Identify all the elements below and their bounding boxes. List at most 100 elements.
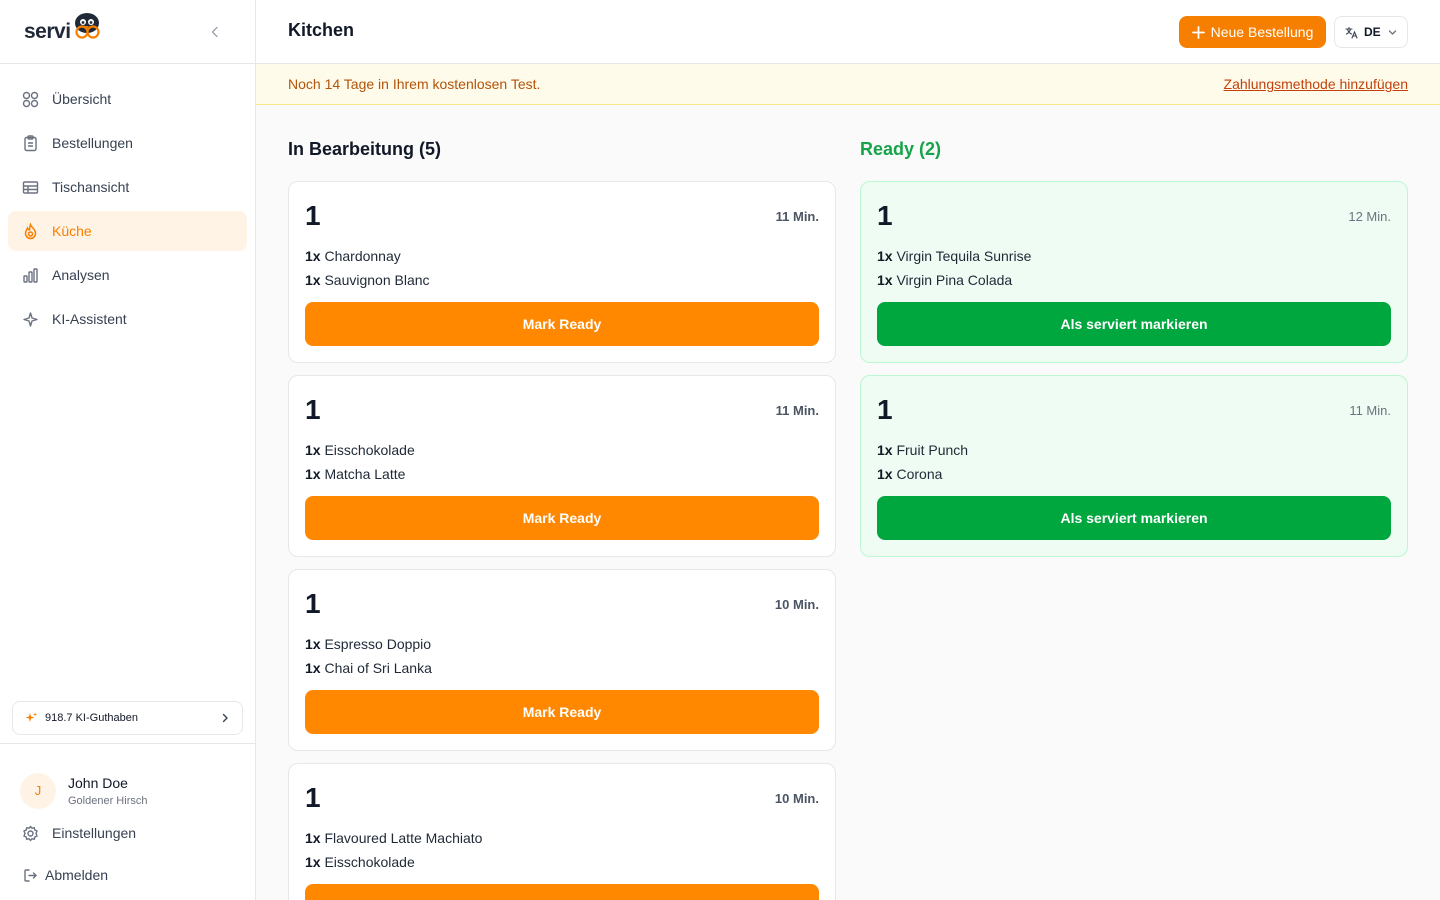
mark-ready-button[interactable]: Mark Ready — [305, 496, 819, 540]
order-card: 1 11 Min. 1x Chardonnay 1x Sauvignon Bla… — [288, 181, 836, 363]
user-section: J John Doe Goldener Hirsch Einstellungen… — [0, 743, 255, 887]
order-card: 1 10 Min. 1x Espresso Doppio 1x Chai of … — [288, 569, 836, 751]
sidebar-item-ai-assistant[interactable]: KI-Assistent — [8, 299, 247, 339]
order-number: 1 — [877, 394, 893, 425]
item-name: Flavoured Latte Machiato — [324, 830, 483, 846]
user-name: John Doe — [68, 774, 128, 791]
mark-served-button[interactable]: Als serviert markieren — [877, 496, 1391, 540]
trial-text: Noch 14 Tage in Ihrem kostenlosen Test. — [288, 76, 541, 92]
order-card: 1 10 Min. 1x Flavoured Latte Machiato 1x… — [288, 763, 836, 900]
sparkle-icon — [21, 310, 39, 328]
order-number: 1 — [305, 588, 321, 619]
order-number: 1 — [877, 200, 893, 231]
order-item: 1x Corona — [877, 466, 942, 482]
order-item: 1x Espresso Doppio — [305, 636, 431, 652]
new-order-label: Neue Bestellung — [1210, 24, 1314, 40]
item-name: Fruit Punch — [896, 442, 969, 458]
mark-ready-button[interactable]: Mark Ready — [305, 690, 819, 734]
sidebar-item-label: Analysen — [52, 267, 110, 283]
gear-icon — [21, 824, 39, 842]
mark-served-button[interactable]: Als serviert markieren — [877, 302, 1391, 346]
ready-column-title: Ready (2) — [860, 139, 942, 159]
item-qty: 1x — [305, 442, 321, 458]
order-number: 1 — [305, 394, 321, 425]
item-name: Matcha Latte — [324, 466, 406, 482]
ready-order-card: 1 11 Min. 1x Fruit Punch 1x Corona Als s… — [860, 375, 1408, 557]
sidebar-item-orders[interactable]: Bestellungen — [8, 123, 247, 163]
chevron-right-icon — [220, 713, 230, 723]
order-item: 1x Chardonnay — [305, 248, 401, 264]
table-icon — [21, 178, 39, 196]
item-name: Virgin Pina Colada — [896, 272, 1013, 288]
item-qty: 1x — [305, 272, 321, 288]
ai-credits-button[interactable]: 918.7 KI-Guthaben — [12, 701, 243, 735]
order-card: 1 11 Min. 1x Eisschokolade 1x Matcha Lat… — [288, 375, 836, 557]
item-name: Sauvignon Blanc — [324, 272, 430, 288]
collapse-sidebar-button[interactable] — [205, 22, 225, 42]
order-time: 12 Min. — [1348, 209, 1391, 224]
order-item: 1x Fruit Punch — [877, 442, 968, 458]
avatar: J — [20, 772, 56, 809]
item-qty: 1x — [877, 466, 893, 482]
order-time: 11 Min. — [1349, 403, 1391, 418]
item-name: Virgin Tequila Sunrise — [896, 248, 1032, 264]
restaurant-name: Goldener Hirsch — [68, 794, 148, 807]
order-time: 10 Min. — [774, 597, 819, 612]
sidebar-item-analytics[interactable]: Analysen — [8, 255, 247, 295]
item-name: Espresso Doppio — [324, 636, 432, 652]
language-select[interactable]: DE — [1334, 16, 1408, 48]
bar-chart-icon — [21, 266, 39, 284]
item-name: Eisschokolade — [324, 854, 415, 870]
item-qty: 1x — [305, 248, 321, 264]
trial-banner: Noch 14 Tage in Ihrem kostenlosen Test. … — [256, 64, 1440, 105]
order-item: 1x Virgin Tequila Sunrise — [877, 248, 1031, 264]
item-qty: 1x — [877, 248, 893, 264]
order-item: 1x Virgin Pina Colada — [877, 272, 1012, 288]
in-progress-column-title: In Bearbeitung (5) — [288, 139, 442, 159]
mark-ready-button[interactable]: Mark Ready — [305, 302, 819, 346]
sidebar-item-label: KI-Assistent — [52, 311, 127, 327]
logo-mascot-icon — [72, 12, 102, 42]
logo-row: servi — [0, 0, 255, 64]
logout-icon — [21, 866, 39, 884]
sidebar-item-label: Übersicht — [52, 91, 112, 107]
sidebar-item-label: Küche — [52, 223, 92, 239]
item-qty: 1x — [877, 272, 893, 288]
logo[interactable]: servi — [24, 12, 102, 44]
logout-link[interactable]: Abmelden — [0, 863, 255, 887]
order-item: 1x Eisschokolade — [305, 442, 415, 458]
order-number: 1 — [305, 782, 321, 813]
item-name: Corona — [896, 466, 943, 482]
add-payment-method-link[interactable]: Zahlungsmethode hinzufügen — [1224, 76, 1408, 92]
item-qty: 1x — [305, 660, 321, 676]
sidebar-item-kitchen[interactable]: Küche — [8, 211, 247, 251]
item-qty: 1x — [305, 466, 321, 482]
item-qty: 1x — [877, 442, 893, 458]
plus-icon — [1191, 25, 1205, 39]
chevron-down-icon — [1388, 28, 1397, 37]
grid-icon — [21, 90, 39, 108]
settings-label: Einstellungen — [52, 825, 137, 841]
sidebar: servi Übersicht Bestellungen Tischansich… — [0, 0, 256, 900]
settings-link[interactable]: Einstellungen — [0, 821, 255, 845]
user-profile[interactable]: J John Doe Goldener Hirsch — [0, 744, 255, 818]
item-qty: 1x — [305, 830, 321, 846]
sidebar-item-tables[interactable]: Tischansicht — [8, 167, 247, 207]
order-item: 1x Chai of Sri Lanka — [305, 660, 432, 676]
ai-credits-label: 918.7 KI-Guthaben — [45, 712, 138, 724]
page-title: Kitchen — [288, 20, 355, 40]
sidebar-item-label: Bestellungen — [52, 135, 133, 151]
sidebar-item-label: Tischansicht — [52, 179, 130, 195]
order-item: 1x Matcha Latte — [305, 466, 405, 482]
new-order-button[interactable]: Neue Bestellung — [1179, 16, 1326, 48]
mark-ready-button[interactable]: Mark Ready — [305, 884, 819, 900]
language-value: DE — [1364, 25, 1381, 39]
order-item: 1x Sauvignon Blanc — [305, 272, 430, 288]
sidebar-item-overview[interactable]: Übersicht — [8, 79, 247, 119]
order-time: 10 Min. — [774, 791, 819, 806]
ready-order-card: 1 12 Min. 1x Virgin Tequila Sunrise 1x V… — [860, 181, 1408, 363]
sparkles-icon — [25, 712, 37, 724]
item-name: Chardonnay — [324, 248, 401, 264]
top-header: Kitchen Neue Bestellung DE — [256, 0, 1440, 64]
order-item: 1x Eisschokolade — [305, 854, 415, 870]
